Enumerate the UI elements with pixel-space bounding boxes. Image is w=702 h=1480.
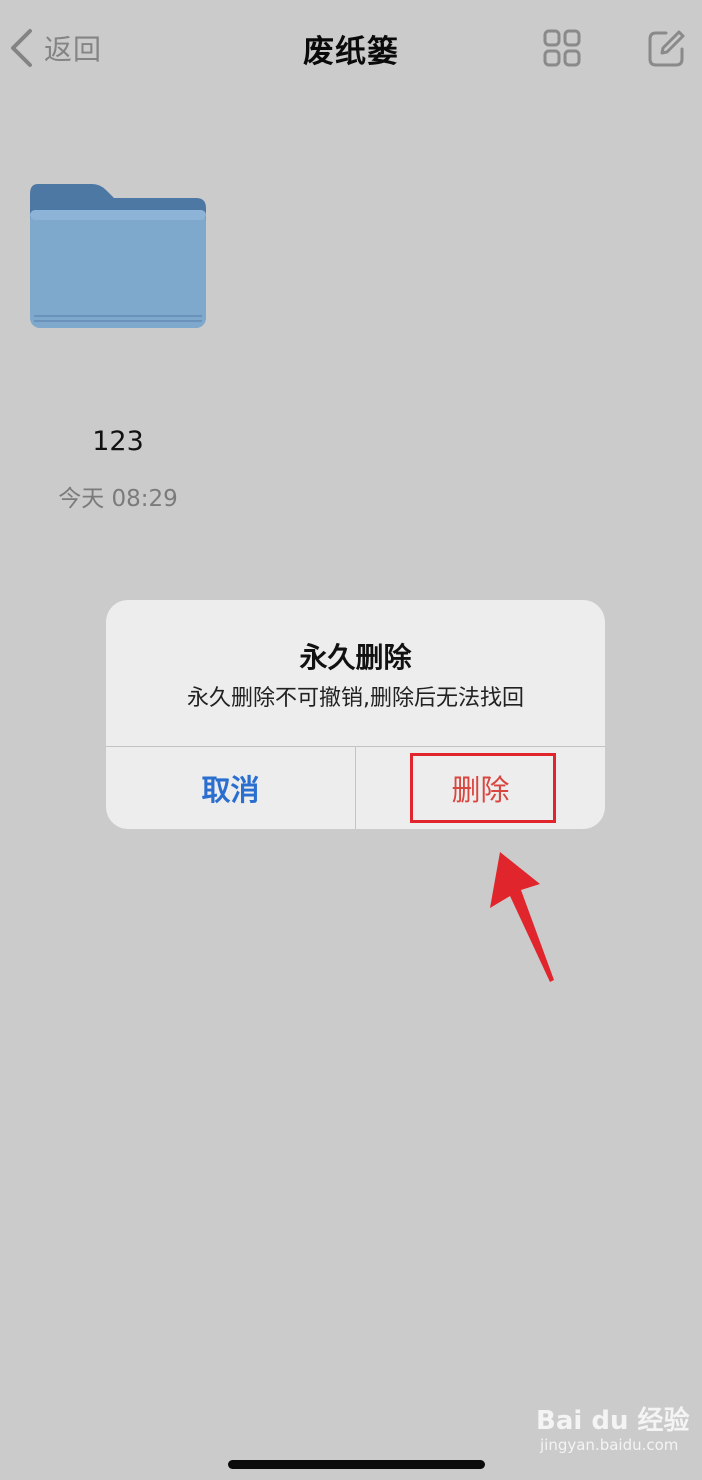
file-date: 今天 08:29 <box>58 486 178 512</box>
compose-button[interactable] <box>646 29 686 69</box>
red-arrow-icon <box>488 850 558 988</box>
grid-view-button[interactable] <box>543 29 581 67</box>
watermark: Bai du 经验 jingyan.baidu.com <box>536 1400 690 1454</box>
folder-icon <box>28 180 208 334</box>
watermark-logo: Bai du 经验 <box>536 1406 690 1436</box>
watermark-url: jingyan.baidu.com <box>540 1436 679 1454</box>
compose-icon <box>646 30 686 73</box>
cancel-button[interactable]: 取消 <box>106 747 355 829</box>
page-title: 废纸篓 <box>303 34 399 70</box>
grid-view-icon <box>543 29 581 71</box>
navigation-bar: 返回 废纸篓 <box>0 0 702 96</box>
highlight-box <box>410 753 556 823</box>
home-indicator[interactable] <box>228 1460 485 1469</box>
dialog-message: 永久删除不可撤销,删除后无法找回 <box>187 686 524 711</box>
file-name: 123 <box>92 426 144 457</box>
file-item[interactable]: 123 今天 08:29 <box>20 176 216 516</box>
dialog-title: 永久删除 <box>299 641 412 674</box>
